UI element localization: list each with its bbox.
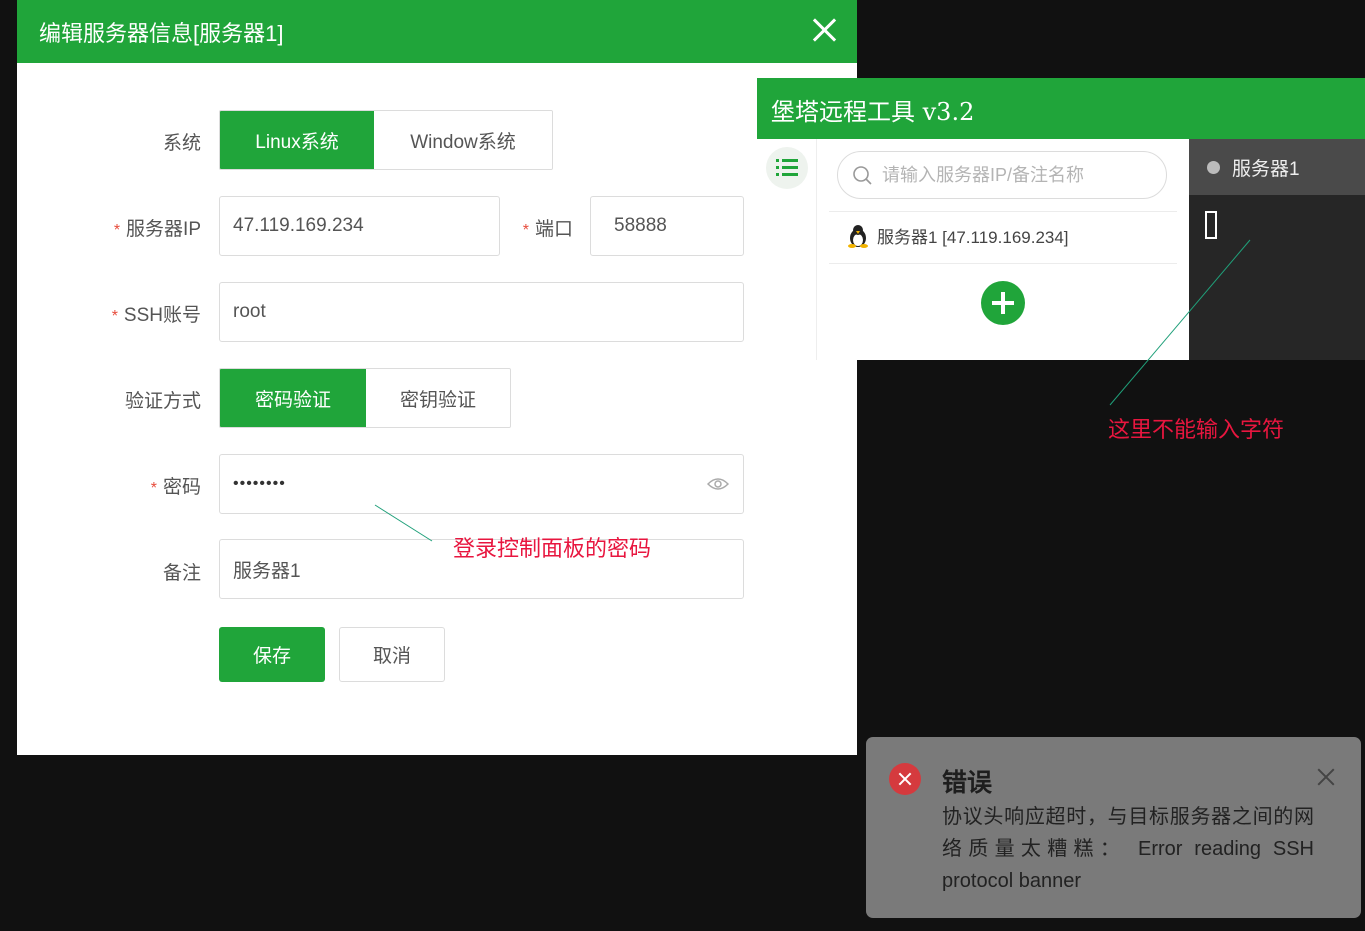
edit-server-dialog: 编辑服务器信息[服务器1] 系统 Linux系统 Window系统 * 服务器IP…: [17, 0, 857, 755]
auth-toggle: 密码验证 密钥验证: [219, 368, 511, 428]
ip-input[interactable]: 47.119.169.234: [219, 196, 500, 256]
tool-title: 堡塔远程工具 v3.2: [771, 98, 975, 126]
password-label: * 密码: [150, 477, 201, 498]
menu-list-icon[interactable]: [766, 147, 808, 189]
port-input[interactable]: 58888: [590, 196, 744, 256]
close-icon[interactable]: [1317, 768, 1335, 786]
system-option-windows[interactable]: Window系统: [374, 111, 552, 169]
ssh-account-input[interactable]: root: [219, 282, 744, 342]
save-button[interactable]: 保存: [219, 627, 325, 682]
system-option-linux[interactable]: Linux系统: [220, 111, 374, 169]
server-list-panel: 服务器1 [47.119.169.234]: [817, 139, 1189, 360]
toast-title: 错误: [942, 769, 993, 797]
dialog-header: 编辑服务器信息[服务器1]: [17, 0, 857, 63]
auth-option-password[interactable]: 密码验证: [220, 369, 366, 427]
divider: [829, 263, 1177, 264]
note-label: 备注: [162, 563, 201, 584]
cancel-button[interactable]: 取消: [339, 627, 445, 682]
password-annotation: 登录控制面板的密码: [453, 536, 652, 561]
toast-message: 协议头响应超时，与目标服务器之间的网络质量太糟糕： Error reading …: [942, 806, 1314, 892]
dialog-title: 编辑服务器信息[服务器1]: [39, 21, 284, 46]
password-input[interactable]: ••••••••: [219, 454, 744, 514]
terminal-annotation: 这里不能输入字符: [1108, 417, 1285, 442]
search-icon: [853, 166, 872, 185]
eye-icon[interactable]: [707, 476, 729, 492]
error-icon: [889, 763, 921, 795]
system-label: 系统: [162, 133, 201, 154]
auth-option-key[interactable]: 密钥验证: [366, 369, 510, 427]
ip-label: * 服务器IP: [113, 219, 201, 240]
add-server-button[interactable]: [981, 281, 1025, 325]
server-list-item[interactable]: 服务器1 [47.119.169.234]: [847, 223, 1069, 248]
search-box[interactable]: [837, 151, 1167, 199]
terminal-tab[interactable]: 服务器1: [1189, 139, 1365, 195]
tool-header: 堡塔远程工具 v3.2: [757, 78, 1365, 139]
error-toast: 错误 协议头响应超时，与目标服务器之间的网络质量太糟糕： Error readi…: [866, 737, 1361, 918]
remote-tool-window: 堡塔远程工具 v3.2 请输入服务器IP/备注名称 服务器1 [47.119.1…: [757, 78, 1365, 360]
port-label: * 端口: [522, 219, 573, 240]
auth-label: 验证方式: [124, 391, 201, 412]
system-toggle: Linux系统 Window系统: [219, 110, 553, 170]
linux-penguin-icon: [848, 224, 868, 248]
terminal-panel[interactable]: 服务器1: [1189, 139, 1365, 360]
divider: [829, 211, 1177, 212]
search-input[interactable]: [882, 164, 1152, 186]
terminal-cursor: [1205, 211, 1217, 239]
ssh-label: * SSH账号: [111, 305, 201, 326]
close-icon[interactable]: [811, 16, 839, 44]
status-dot-icon: [1207, 160, 1220, 174]
tool-sidebar: [757, 139, 817, 360]
